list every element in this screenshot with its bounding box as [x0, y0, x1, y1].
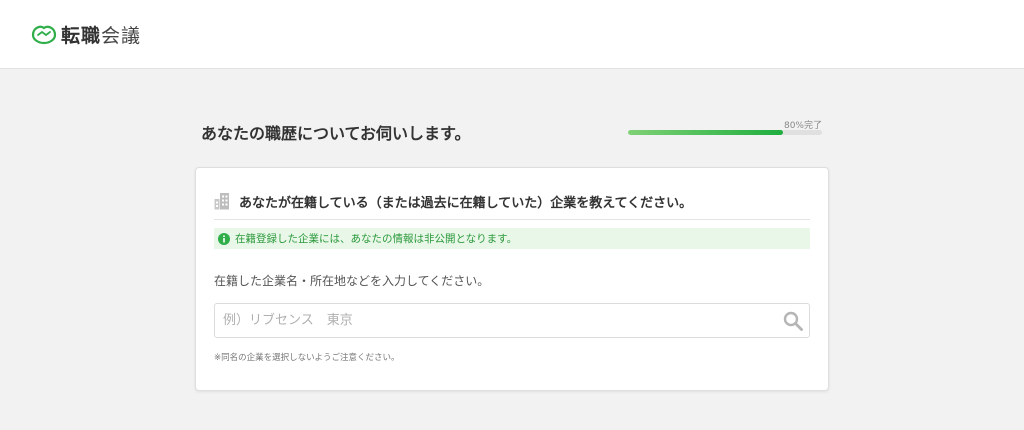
- progress-bar: [628, 130, 822, 135]
- company-card: あなたが在籍している（または過去に在籍していた）企業を教えてください。 在籍登録…: [195, 167, 829, 391]
- building-icon: [214, 193, 229, 210]
- company-search-box: [214, 303, 810, 338]
- site-logo[interactable]: 転職 会議: [30, 19, 141, 49]
- handshake-icon: [31, 25, 57, 45]
- logo-text-bold: 転職: [61, 24, 102, 47]
- card-header: あなたが在籍している（または過去に在籍していた）企業を教えてください。: [214, 184, 810, 218]
- page-title: あなたの職歴についてお伺いします。: [201, 124, 471, 143]
- progress-fill: [628, 130, 784, 135]
- card-title: あなたが在籍している（または過去に在籍していた）企業を教えてください。: [239, 195, 693, 211]
- info-icon: [218, 232, 230, 245]
- privacy-notice-text: 在籍登録した企業には、あなたの情報は非公開となります。: [235, 233, 518, 245]
- divider: [214, 219, 810, 220]
- company-search-input[interactable]: [215, 304, 775, 337]
- duplicate-warning-note: ※同名の企業を選択しないようご注意ください。: [214, 353, 400, 363]
- company-input-label: 在籍した企業名・所在地などを入力してください。: [214, 274, 490, 288]
- site-header: 転職 会議: [0, 0, 1024, 69]
- privacy-notice: 在籍登録した企業には、あなたの情報は非公開となります。: [214, 228, 810, 249]
- logo-text-light: 会議: [101, 24, 142, 47]
- search-icon[interactable]: [783, 311, 803, 331]
